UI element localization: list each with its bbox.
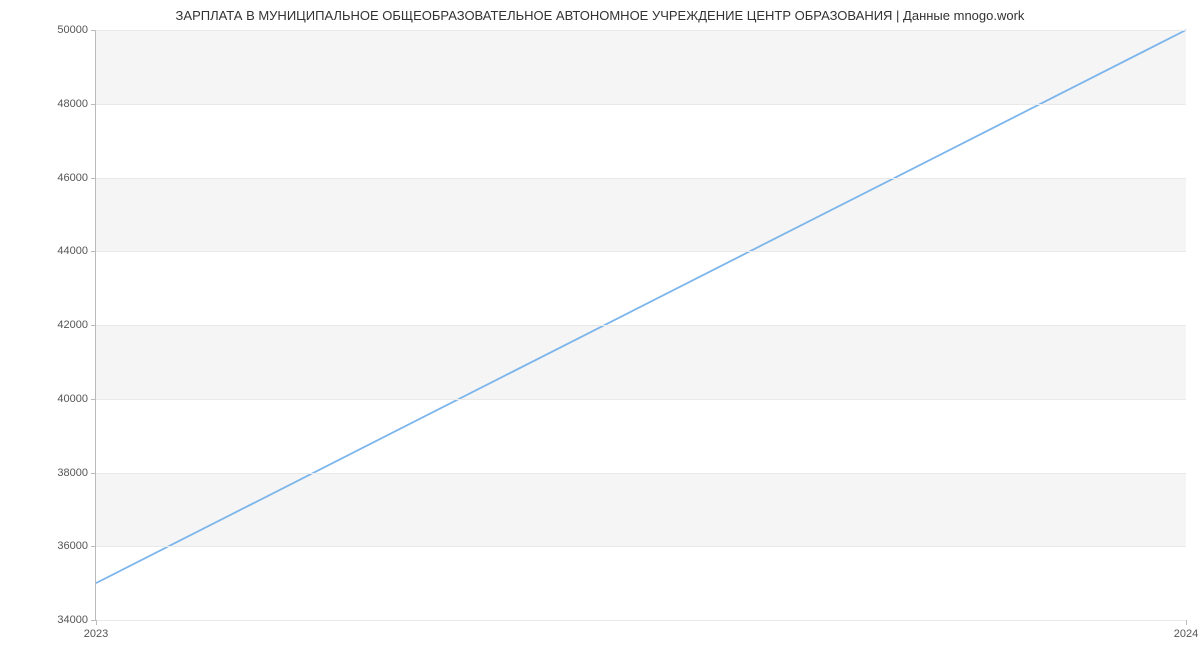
- x-tick-label: 2023: [84, 620, 108, 640]
- y-gridline: [96, 251, 1186, 252]
- y-tick-label: 36000: [57, 540, 96, 552]
- data-line: [96, 30, 1186, 583]
- y-tick-label: 48000: [57, 98, 96, 110]
- y-gridline: [96, 399, 1186, 400]
- y-tick-label: 46000: [57, 172, 96, 184]
- y-tick-label: 40000: [57, 393, 96, 405]
- y-tick-label: 50000: [57, 24, 96, 36]
- y-tick-label: 38000: [57, 467, 96, 479]
- y-gridline: [96, 30, 1186, 31]
- y-tick-label: 44000: [57, 245, 96, 257]
- plot-area: 3400036000380004000042000440004600048000…: [95, 30, 1186, 621]
- chart-container: ЗАРПЛАТА В МУНИЦИПАЛЬНОЕ ОБЩЕОБРАЗОВАТЕЛ…: [0, 0, 1200, 650]
- y-gridline: [96, 325, 1186, 326]
- y-tick-label: 42000: [57, 319, 96, 331]
- y-gridline: [96, 546, 1186, 547]
- y-gridline: [96, 620, 1186, 621]
- x-tick-label: 2024: [1174, 620, 1198, 640]
- y-gridline: [96, 473, 1186, 474]
- y-gridline: [96, 104, 1186, 105]
- chart-title: ЗАРПЛАТА В МУНИЦИПАЛЬНОЕ ОБЩЕОБРАЗОВАТЕЛ…: [0, 8, 1200, 23]
- y-gridline: [96, 178, 1186, 179]
